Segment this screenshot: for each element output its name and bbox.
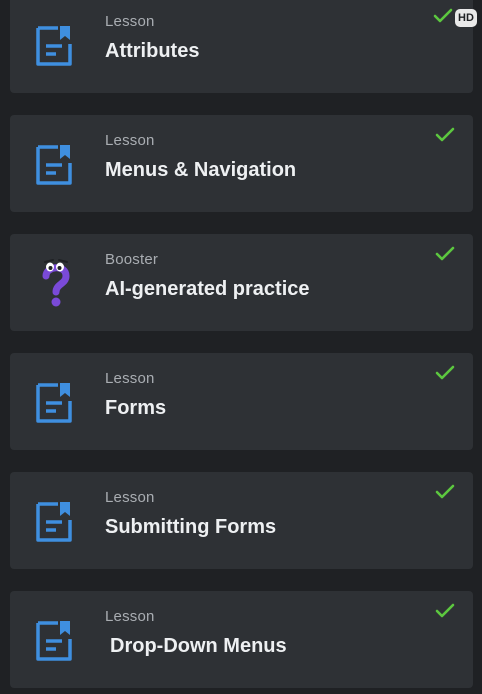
lesson-icon: [36, 621, 72, 661]
lesson-card[interactable]: Lesson Attributes: [10, 0, 473, 93]
lesson-list: Lesson Attributes Lesson Menus & Navigat…: [0, 0, 482, 694]
item-type-label: Lesson: [105, 132, 155, 149]
item-title: Attributes: [105, 40, 200, 62]
check-icon: [435, 127, 455, 142]
item-type-label: Booster: [105, 251, 159, 268]
item-type-label: Lesson: [105, 13, 155, 30]
booster-card[interactable]: Booster AI-generated practice: [10, 234, 473, 331]
item-type-label: Lesson: [105, 608, 155, 625]
lesson-card[interactable]: Lesson Submitting Forms: [10, 472, 473, 569]
check-icon: [435, 484, 455, 499]
booster-question-icon: [42, 259, 70, 307]
lesson-card[interactable]: Lesson Forms: [10, 353, 473, 450]
item-type-label: Lesson: [105, 370, 155, 387]
check-icon: [433, 8, 453, 23]
hd-badge[interactable]: HD: [455, 9, 477, 27]
lesson-icon: [36, 502, 72, 542]
lesson-icon: [36, 383, 72, 423]
check-icon: [435, 246, 455, 261]
item-title: Menus & Navigation: [105, 159, 297, 181]
lesson-icon: [36, 145, 72, 185]
item-title: Submitting Forms: [105, 516, 277, 538]
check-icon: [435, 603, 455, 618]
lesson-card[interactable]: Lesson Drop-Down Menus: [10, 591, 473, 688]
item-title: Forms: [105, 397, 167, 419]
item-title: AI-generated practice: [105, 278, 310, 300]
lesson-card[interactable]: Lesson Menus & Navigation: [10, 115, 473, 212]
item-type-label: Lesson: [105, 489, 155, 506]
item-title: Drop-Down Menus: [110, 635, 287, 657]
lesson-icon: [36, 26, 72, 66]
check-icon: [435, 365, 455, 380]
